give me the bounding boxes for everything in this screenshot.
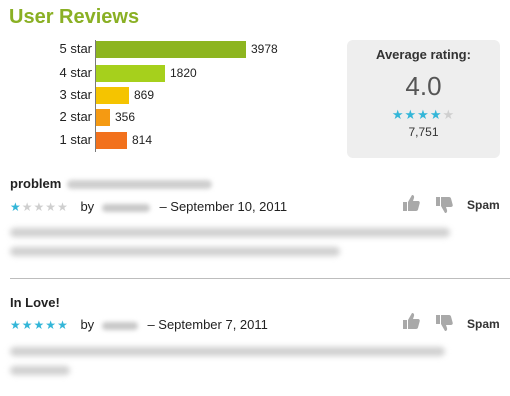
histogram-label: 1 star [59,132,92,147]
section-title: User Reviews [9,6,140,28]
review-stars: ★★★★★ [10,200,69,214]
spam-button[interactable]: Spam [467,198,500,212]
histogram-count: 814 [132,133,153,147]
histogram-label: 4 star [59,65,92,80]
average-rating-caption: Average rating: [376,47,471,62]
star-icon: ★ [429,107,443,122]
review-divider [10,278,510,279]
review-stars: ★★★★★ [10,318,69,332]
review-meta: ★★★★★ by – September 7, 2011 [10,317,268,332]
histogram-bar [96,41,246,58]
review-body-line [10,347,445,356]
review-title-blurred [67,180,213,190]
histogram-row-4: 4 star 1820 [0,64,330,82]
thumbs-down-icon[interactable] [434,196,454,214]
review-title: In Love! [10,295,60,310]
histogram-count: 356 [115,110,136,124]
star-icon: ★ [33,200,46,214]
star-icon: ★ [417,107,430,122]
review-by-label: by [80,199,95,214]
star-icon: ★ [45,200,58,214]
thumbs-down-icon[interactable] [434,314,454,332]
star-icon: ★ [33,318,46,332]
histogram-bar [96,132,127,149]
histogram-bar [96,65,165,82]
histogram-bar [96,109,110,126]
star-icon: ★ [404,107,418,122]
thumbs-up-icon[interactable] [401,312,421,330]
histogram-label: 5 star [59,41,92,56]
review-body-blurred [10,347,445,385]
review-body-line [10,247,340,256]
average-rating-stars: ★★★★★ [347,107,500,123]
review-author[interactable] [101,203,150,212]
star-icon: ★ [442,107,456,122]
histogram-count: 1820 [170,66,197,80]
star-icon: ★ [391,107,405,122]
review-by-label: by [80,317,95,332]
review-body-blurred [10,228,450,266]
review-title: problem [10,176,213,191]
histogram-bar [96,87,129,104]
histogram-row-2: 2 star 356 [0,108,330,126]
average-rating-panel: Average rating: 4.0 ★★★★★ 7,751 [347,40,500,158]
histogram-count: 869 [134,88,155,102]
histogram-label: 3 star [59,87,92,102]
histogram-row-1: 1 star 814 [0,131,330,149]
star-icon: ★ [45,318,58,332]
review-title-text: problem [10,176,62,191]
histogram-label: 2 star [59,109,92,124]
review-author[interactable] [101,321,138,330]
review-body-line [10,366,70,375]
total-ratings-count: 7,751 [408,125,439,139]
star-icon: ★ [21,318,34,332]
review-date: – September 10, 2011 [159,199,288,214]
spam-button[interactable]: Spam [467,317,500,331]
review-meta: ★★★★★ by – September 10, 2011 [10,199,287,214]
star-icon: ★ [10,200,22,214]
rating-histogram: 5 star 3978 4 star 1820 3 star 869 2 sta… [0,40,330,152]
star-icon: ★ [57,200,69,214]
star-icon: ★ [21,200,34,214]
histogram-count: 3978 [251,42,278,56]
review-date: – September 7, 2011 [147,317,268,332]
review-title-text: In Love! [10,295,60,310]
star-icon: ★ [10,318,22,332]
average-rating-value: 4.0 [405,71,442,101]
review-body-line [10,228,450,237]
star-icon: ★ [57,318,69,332]
histogram-row-3: 3 star 869 [0,86,330,104]
thumbs-up-icon[interactable] [401,194,421,212]
histogram-row-5: 5 star 3978 [0,40,330,58]
